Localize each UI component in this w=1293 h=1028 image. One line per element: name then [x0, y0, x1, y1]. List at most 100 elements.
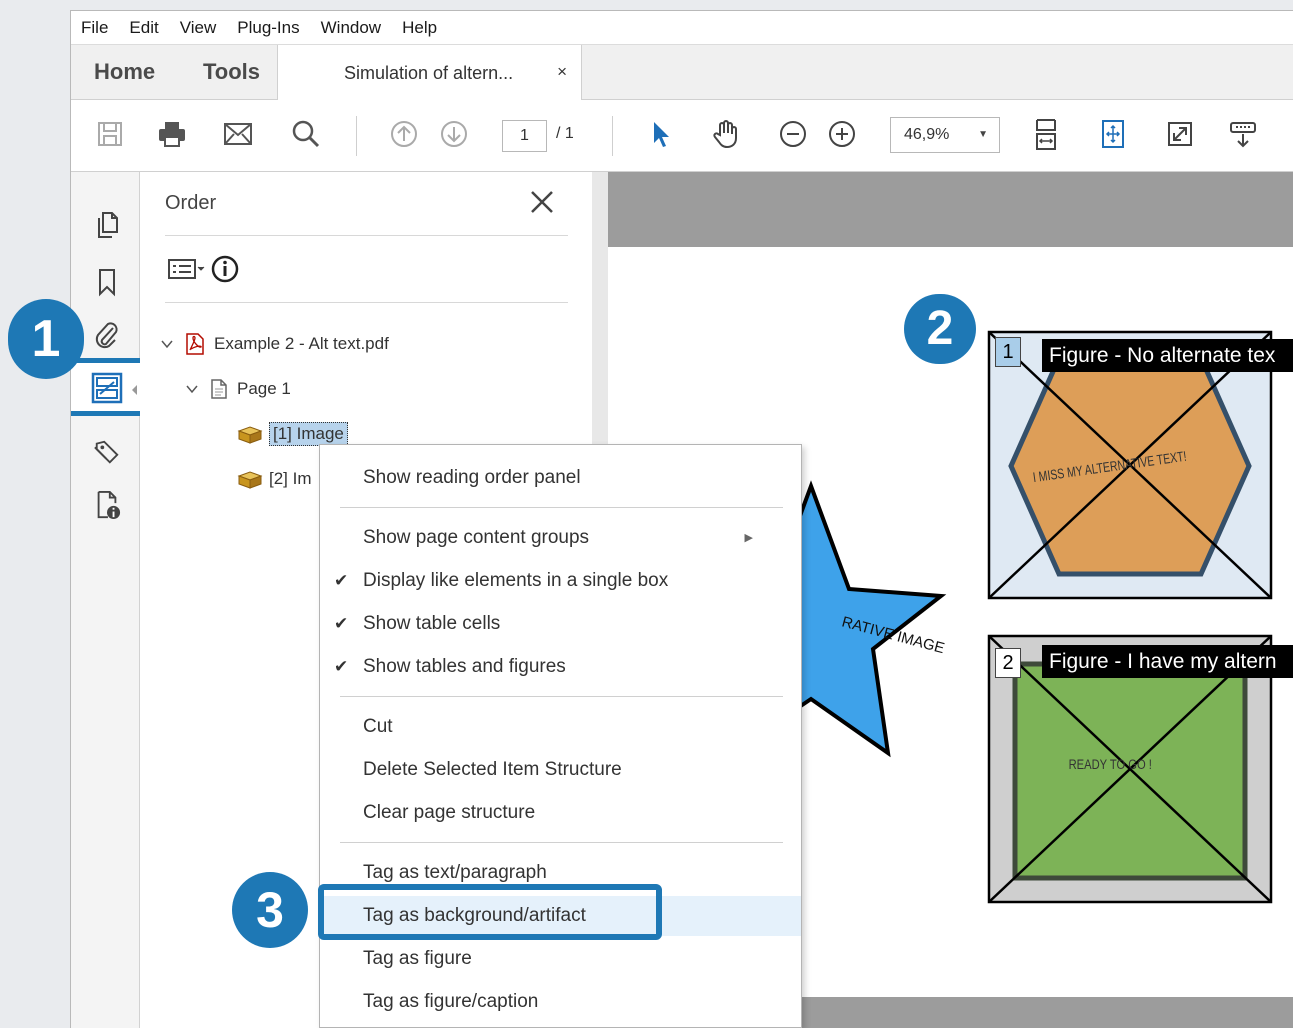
menu-edit[interactable]: Edit [129, 18, 158, 38]
navigation-rail [71, 172, 146, 1028]
figure-2-number: 2 [995, 648, 1021, 678]
toolbar-separator [356, 116, 357, 156]
attachments-icon[interactable] [93, 320, 121, 350]
callout-3: 3 [232, 872, 308, 948]
figure-1-label: Figure - No alternate tex [1042, 339, 1293, 372]
tree-item-image-2-label: [2] Im [269, 469, 312, 488]
menu-bar: File Edit View Plug-Ins Window Help [71, 11, 1293, 44]
tab-home[interactable]: Home [94, 59, 155, 85]
tree-item-image-1-label: [1] Image [269, 422, 348, 446]
checkmark-icon: ✔ [334, 657, 349, 676]
menu-item-label: Show table cells [363, 613, 501, 634]
tree-item-file-label: Example 2 - Alt text.pdf [214, 334, 389, 353]
checkmark-icon: ✔ [334, 571, 349, 590]
menu-view[interactable]: View [180, 18, 217, 38]
menu-item-display-like-elements[interactable]: ✔ Display like elements in a single box [320, 561, 801, 601]
menu-item-delete-selected-structure[interactable]: Delete Selected Item Structure [320, 750, 801, 790]
tags-icon[interactable] [93, 437, 121, 467]
figure-1[interactable]: I MISS MY ALTERNATIVE TEXT! [987, 330, 1293, 610]
next-page-icon[interactable] [437, 116, 471, 152]
chevron-right-icon: ▶ [744, 532, 753, 544]
checkmark-icon: ✔ [334, 614, 349, 633]
read-mode-icon[interactable] [1226, 116, 1260, 152]
tab-bar: Home Tools Simulation of altern... × [71, 44, 1293, 101]
menu-item-label: Clear page structure [363, 802, 536, 823]
figure-1-number: 1 [995, 337, 1021, 367]
tree-item-image-2[interactable]: [2] Im [237, 468, 312, 490]
print-icon[interactable] [155, 116, 189, 152]
divider [165, 302, 568, 303]
menu-item-label: Display like elements in a single box [363, 570, 669, 591]
zoom-in-icon[interactable] [825, 116, 859, 152]
menu-file[interactable]: File [81, 18, 108, 38]
menu-item-label: Show page content groups [363, 527, 590, 548]
chevron-left-icon [132, 385, 137, 395]
tree-item-image-1[interactable]: [1] Image [237, 422, 348, 446]
menu-item-clear-page-structure[interactable]: Clear page structure [320, 793, 801, 833]
toolbar: 1 / 1 46,9% ▼ [71, 100, 1293, 172]
box-icon [237, 426, 263, 444]
toolbar-separator [612, 116, 613, 156]
menu-item-cut[interactable]: Cut [320, 707, 801, 747]
search-icon[interactable] [289, 116, 323, 152]
previous-page-icon[interactable] [387, 116, 421, 152]
artifact-highlight [318, 884, 662, 940]
hand-tool-icon[interactable] [709, 116, 743, 152]
menu-separator [340, 696, 783, 697]
menu-item-label: Cut [363, 716, 393, 737]
tab-tools[interactable]: Tools [203, 59, 260, 85]
zoom-dropdown[interactable]: 46,9% ▼ [890, 117, 1000, 153]
menu-item-tag-as-figure[interactable]: Tag as figure [320, 939, 801, 979]
panel-title: Order [165, 192, 217, 214]
chevron-down-icon: ▼ [978, 129, 988, 140]
fit-page-icon[interactable] [1096, 116, 1130, 152]
page-total: / 1 [556, 125, 574, 142]
menu-window[interactable]: Window [321, 18, 381, 38]
info-icon[interactable] [211, 255, 239, 288]
callout-2: 2 [904, 294, 976, 364]
tree-item-page-label: Page 1 [237, 379, 291, 398]
divider [165, 235, 568, 236]
menu-separator [340, 507, 783, 508]
email-icon[interactable] [221, 116, 255, 152]
menu-item-show-reading-order-panel[interactable]: Show reading order panel [320, 458, 801, 498]
close-tab-icon[interactable]: × [557, 62, 567, 82]
options-menu-icon[interactable] [167, 256, 207, 287]
menu-item-label: Tag as figure [363, 948, 472, 969]
full-screen-icon[interactable] [1163, 116, 1197, 152]
menu-item-tag-as-figure-caption[interactable]: Tag as figure/caption [320, 982, 801, 1022]
menu-help[interactable]: Help [402, 18, 437, 38]
figure-2-text: READY TO GO ! [1069, 757, 1152, 772]
save-icon[interactable] [93, 116, 127, 152]
menu-item-label: Tag as figure/caption [363, 991, 539, 1012]
accessibility-check-icon[interactable] [93, 490, 121, 520]
tree-item-page[interactable]: Page 1 [185, 378, 291, 400]
menu-item-label: Show reading order panel [363, 467, 581, 488]
zoom-value: 46,9% [904, 126, 950, 143]
zoom-out-icon[interactable] [776, 116, 810, 152]
page-thumbnails-icon[interactable] [93, 210, 121, 240]
menu-item-show-table-cells[interactable]: ✔ Show table cells [320, 604, 801, 644]
chevron-down-icon[interactable] [160, 337, 174, 351]
select-tool-icon[interactable] [647, 116, 675, 152]
tree-item-file[interactable]: Example 2 - Alt text.pdf [160, 332, 389, 356]
bookmarks-icon[interactable] [93, 267, 121, 297]
menu-item-show-tables-and-figures[interactable]: ✔ Show tables and figures [320, 647, 801, 687]
menu-item-label: Show tables and figures [363, 656, 566, 677]
fit-width-icon[interactable] [1029, 116, 1063, 152]
page-number-input[interactable]: 1 [502, 120, 547, 152]
box-icon [237, 471, 263, 489]
menu-item-label: Tag as text/paragraph [363, 862, 547, 883]
tab-document-label: Simulation of altern... [344, 62, 514, 83]
context-menu: Show reading order panel Show page conte… [319, 444, 802, 1028]
menu-plugins[interactable]: Plug-Ins [237, 18, 299, 38]
pdf-file-icon [186, 333, 204, 355]
page-icon [211, 379, 227, 399]
chevron-down-icon[interactable] [185, 382, 199, 396]
tab-document[interactable]: Simulation of altern... × [277, 45, 582, 101]
figure-2-label: Figure - I have my altern [1042, 645, 1293, 678]
menu-separator [340, 842, 783, 843]
order-icon[interactable] [89, 371, 125, 405]
menu-item-show-page-content-groups[interactable]: Show page content groups ▶ [320, 518, 801, 558]
close-icon[interactable] [528, 188, 556, 216]
